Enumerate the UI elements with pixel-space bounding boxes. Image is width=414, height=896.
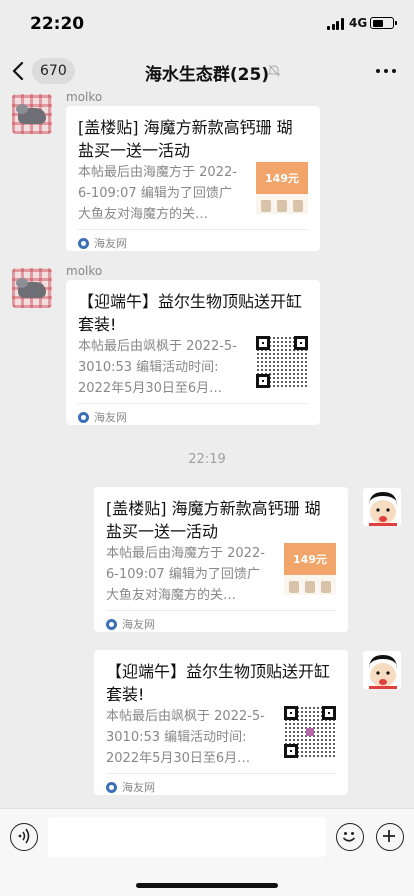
card-description: 本帖最后由海魔方于 2022-6-109:07 编辑为了回馈广大鱼友对海魔方的关… (106, 546, 265, 603)
chat-input-bar (0, 808, 414, 896)
home-indicator (136, 883, 278, 888)
card-title: [盖楼贴] 海魔方新款高钙珊 瑚盐买一送一活动 (106, 499, 321, 541)
source-label: 海友网 (94, 411, 127, 424)
haiyou-logo-icon (106, 618, 117, 630)
message-timestamp: 22:19 (188, 452, 226, 467)
ellipsis-icon (376, 69, 380, 73)
haiyou-logo-icon (78, 411, 89, 423)
cartoon-face-icon (369, 655, 397, 689)
network-type: 4G (349, 16, 368, 30)
sender-name: molko (66, 264, 103, 278)
link-card-sent[interactable]: 【迎端午】益尔生物顶贴送开缸套装! 本帖最后由飒枫于 2022-5-3010:5… (94, 650, 348, 795)
link-card-sent[interactable]: [盖楼贴] 海魔方新款高钙珊 瑚盐买一送一活动 本帖最后由海魔方于 2022-6… (94, 487, 348, 632)
chevron-left-icon (12, 62, 24, 80)
voice-icon (18, 828, 30, 844)
card-source: 海友网 (106, 779, 155, 795)
emoji-icon (343, 832, 356, 842)
qr-code-thumbnail (284, 706, 336, 758)
status-bar: 22:20 4G (0, 0, 414, 48)
chat-header: 670 海水生态群(25) (0, 48, 414, 94)
status-time: 22:20 (30, 14, 85, 34)
source-label: 海友网 (122, 618, 155, 631)
avatar-me[interactable] (362, 487, 402, 527)
back-button[interactable]: 670 (10, 58, 75, 84)
card-title: [盖楼贴] 海魔方新款高钙珊 瑚盐买一送一活动 (78, 118, 293, 160)
card-description: 本帖最后由飒枫于 2022-5-3010:53 编辑活动时间: 2022年5月3… (106, 709, 265, 766)
more-options-button[interactable] (374, 62, 398, 80)
voice-button[interactable] (10, 823, 38, 851)
card-description: 本帖最后由飒枫于 2022-5-3010:53 编辑活动时间: 2022年5月3… (78, 339, 237, 396)
source-label: 海友网 (94, 237, 127, 250)
unread-count-badge: 670 (32, 58, 75, 84)
plus-icon (383, 830, 396, 843)
emoji-button[interactable] (336, 823, 364, 851)
qr-code-thumbnail (256, 336, 308, 388)
card-thumbnail: 149元 (284, 543, 336, 595)
divider (106, 773, 336, 774)
divider (78, 403, 308, 404)
card-source: 海友网 (106, 616, 155, 632)
link-card[interactable]: [盖楼贴] 海魔方新款高钙珊 瑚盐买一送一活动 本帖最后由海魔方于 2022-6… (66, 106, 320, 251)
message-input[interactable] (48, 817, 326, 857)
divider (78, 229, 308, 230)
source-label: 海友网 (122, 781, 155, 794)
sender-name: molko (66, 90, 103, 104)
avatar-molko[interactable] (12, 268, 52, 308)
card-description: 本帖最后由海魔方于 2022-6-109:07 编辑为了回馈广大鱼友对海魔方的关… (78, 165, 237, 222)
bell-off-icon (268, 64, 280, 77)
card-source: 海友网 (78, 235, 127, 251)
battery-icon (370, 17, 397, 29)
cartoon-face-icon (369, 492, 397, 526)
card-source: 海友网 (78, 409, 127, 425)
haiyou-logo-icon (78, 237, 89, 249)
card-title: 【迎端午】益尔生物顶贴送开缸套装! (106, 662, 331, 704)
card-title: 【迎端午】益尔生物顶贴送开缸套装! (78, 292, 303, 334)
cellular-signal-icon (327, 18, 345, 30)
card-thumbnail: 149元 (256, 162, 308, 214)
avatar-molko[interactable] (12, 94, 52, 134)
avatar-me[interactable] (362, 650, 402, 690)
add-button[interactable] (376, 823, 404, 851)
divider (106, 610, 336, 611)
haiyou-logo-icon (106, 781, 117, 793)
link-card[interactable]: 【迎端午】益尔生物顶贴送开缸套装! 本帖最后由飒枫于 2022-5-3010:5… (66, 280, 320, 425)
